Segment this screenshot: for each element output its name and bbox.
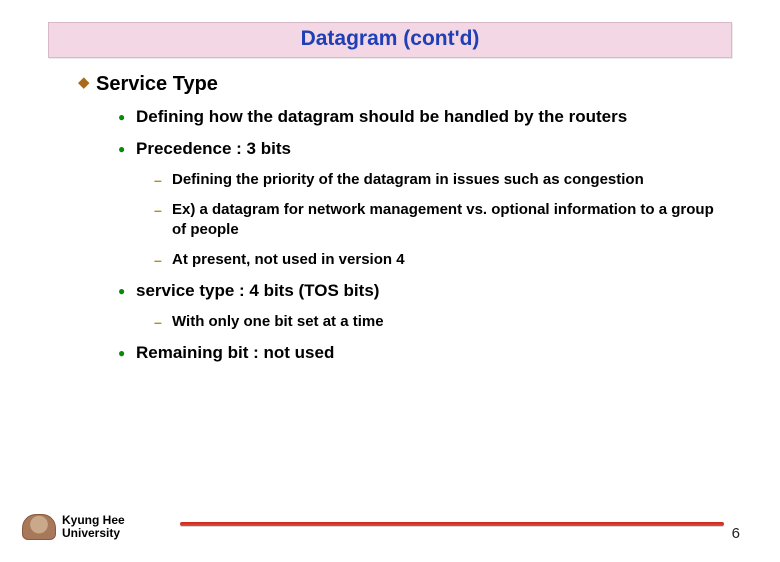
sub-item-text: Ex) a datagram for network management vs…	[172, 200, 720, 240]
sub-list-item: – At present, not used in version 4	[154, 250, 720, 270]
circle-bullet-icon: ●	[118, 106, 136, 128]
crest-icon	[22, 514, 56, 540]
sub-list-item: – Defining the priority of the datagram …	[154, 170, 720, 190]
sub-list-item: – Ex) a datagram for network management …	[154, 200, 720, 240]
footer-divider	[180, 522, 724, 526]
university-line2: University	[62, 527, 125, 540]
sub-list: – Defining the priority of the datagram …	[154, 170, 720, 270]
diamond-bullet-icon: ◆	[78, 72, 96, 94]
sub-list: – With only one bit set at a time	[154, 312, 720, 332]
slide-title-bar: Datagram (cont'd)	[48, 22, 732, 58]
dash-bullet-icon: –	[154, 312, 172, 332]
list-item: ● service type : 4 bits (TOS bits)	[118, 280, 720, 302]
university-logo: Kyung Hee University	[22, 514, 125, 540]
circle-bullet-icon: ●	[118, 138, 136, 160]
sub-item-text: Defining the priority of the datagram in…	[172, 170, 644, 190]
list-item-text: Precedence : 3 bits	[136, 138, 291, 160]
slide-content: ◆ Service Type ● Defining how the datagr…	[78, 72, 720, 364]
dash-bullet-icon: –	[154, 250, 172, 270]
list-item-text: service type : 4 bits (TOS bits)	[136, 280, 379, 302]
sub-item-text: With only one bit set at a time	[172, 312, 384, 332]
list-item: ● Defining how the datagram should be ha…	[118, 106, 720, 128]
dash-bullet-icon: –	[154, 170, 172, 190]
slide-footer: Kyung Hee University 6	[0, 496, 780, 546]
circle-bullet-icon: ●	[118, 342, 136, 364]
page-number: 6	[732, 525, 740, 542]
bullet-list: ● Defining how the datagram should be ha…	[118, 106, 720, 364]
sub-list-item: – With only one bit set at a time	[154, 312, 720, 332]
university-name: Kyung Hee University	[62, 514, 125, 540]
list-item-text: Defining how the datagram should be hand…	[136, 106, 627, 128]
list-item: ● Precedence : 3 bits	[118, 138, 720, 160]
list-item: ● Remaining bit : not used	[118, 342, 720, 364]
dash-bullet-icon: –	[154, 200, 172, 220]
sub-item-text: At present, not used in version 4	[172, 250, 405, 270]
section-heading: Service Type	[96, 72, 218, 96]
slide-title: Datagram (cont'd)	[301, 27, 480, 50]
list-item-text: Remaining bit : not used	[136, 342, 334, 364]
heading-row: ◆ Service Type	[78, 72, 720, 96]
circle-bullet-icon: ●	[118, 280, 136, 302]
